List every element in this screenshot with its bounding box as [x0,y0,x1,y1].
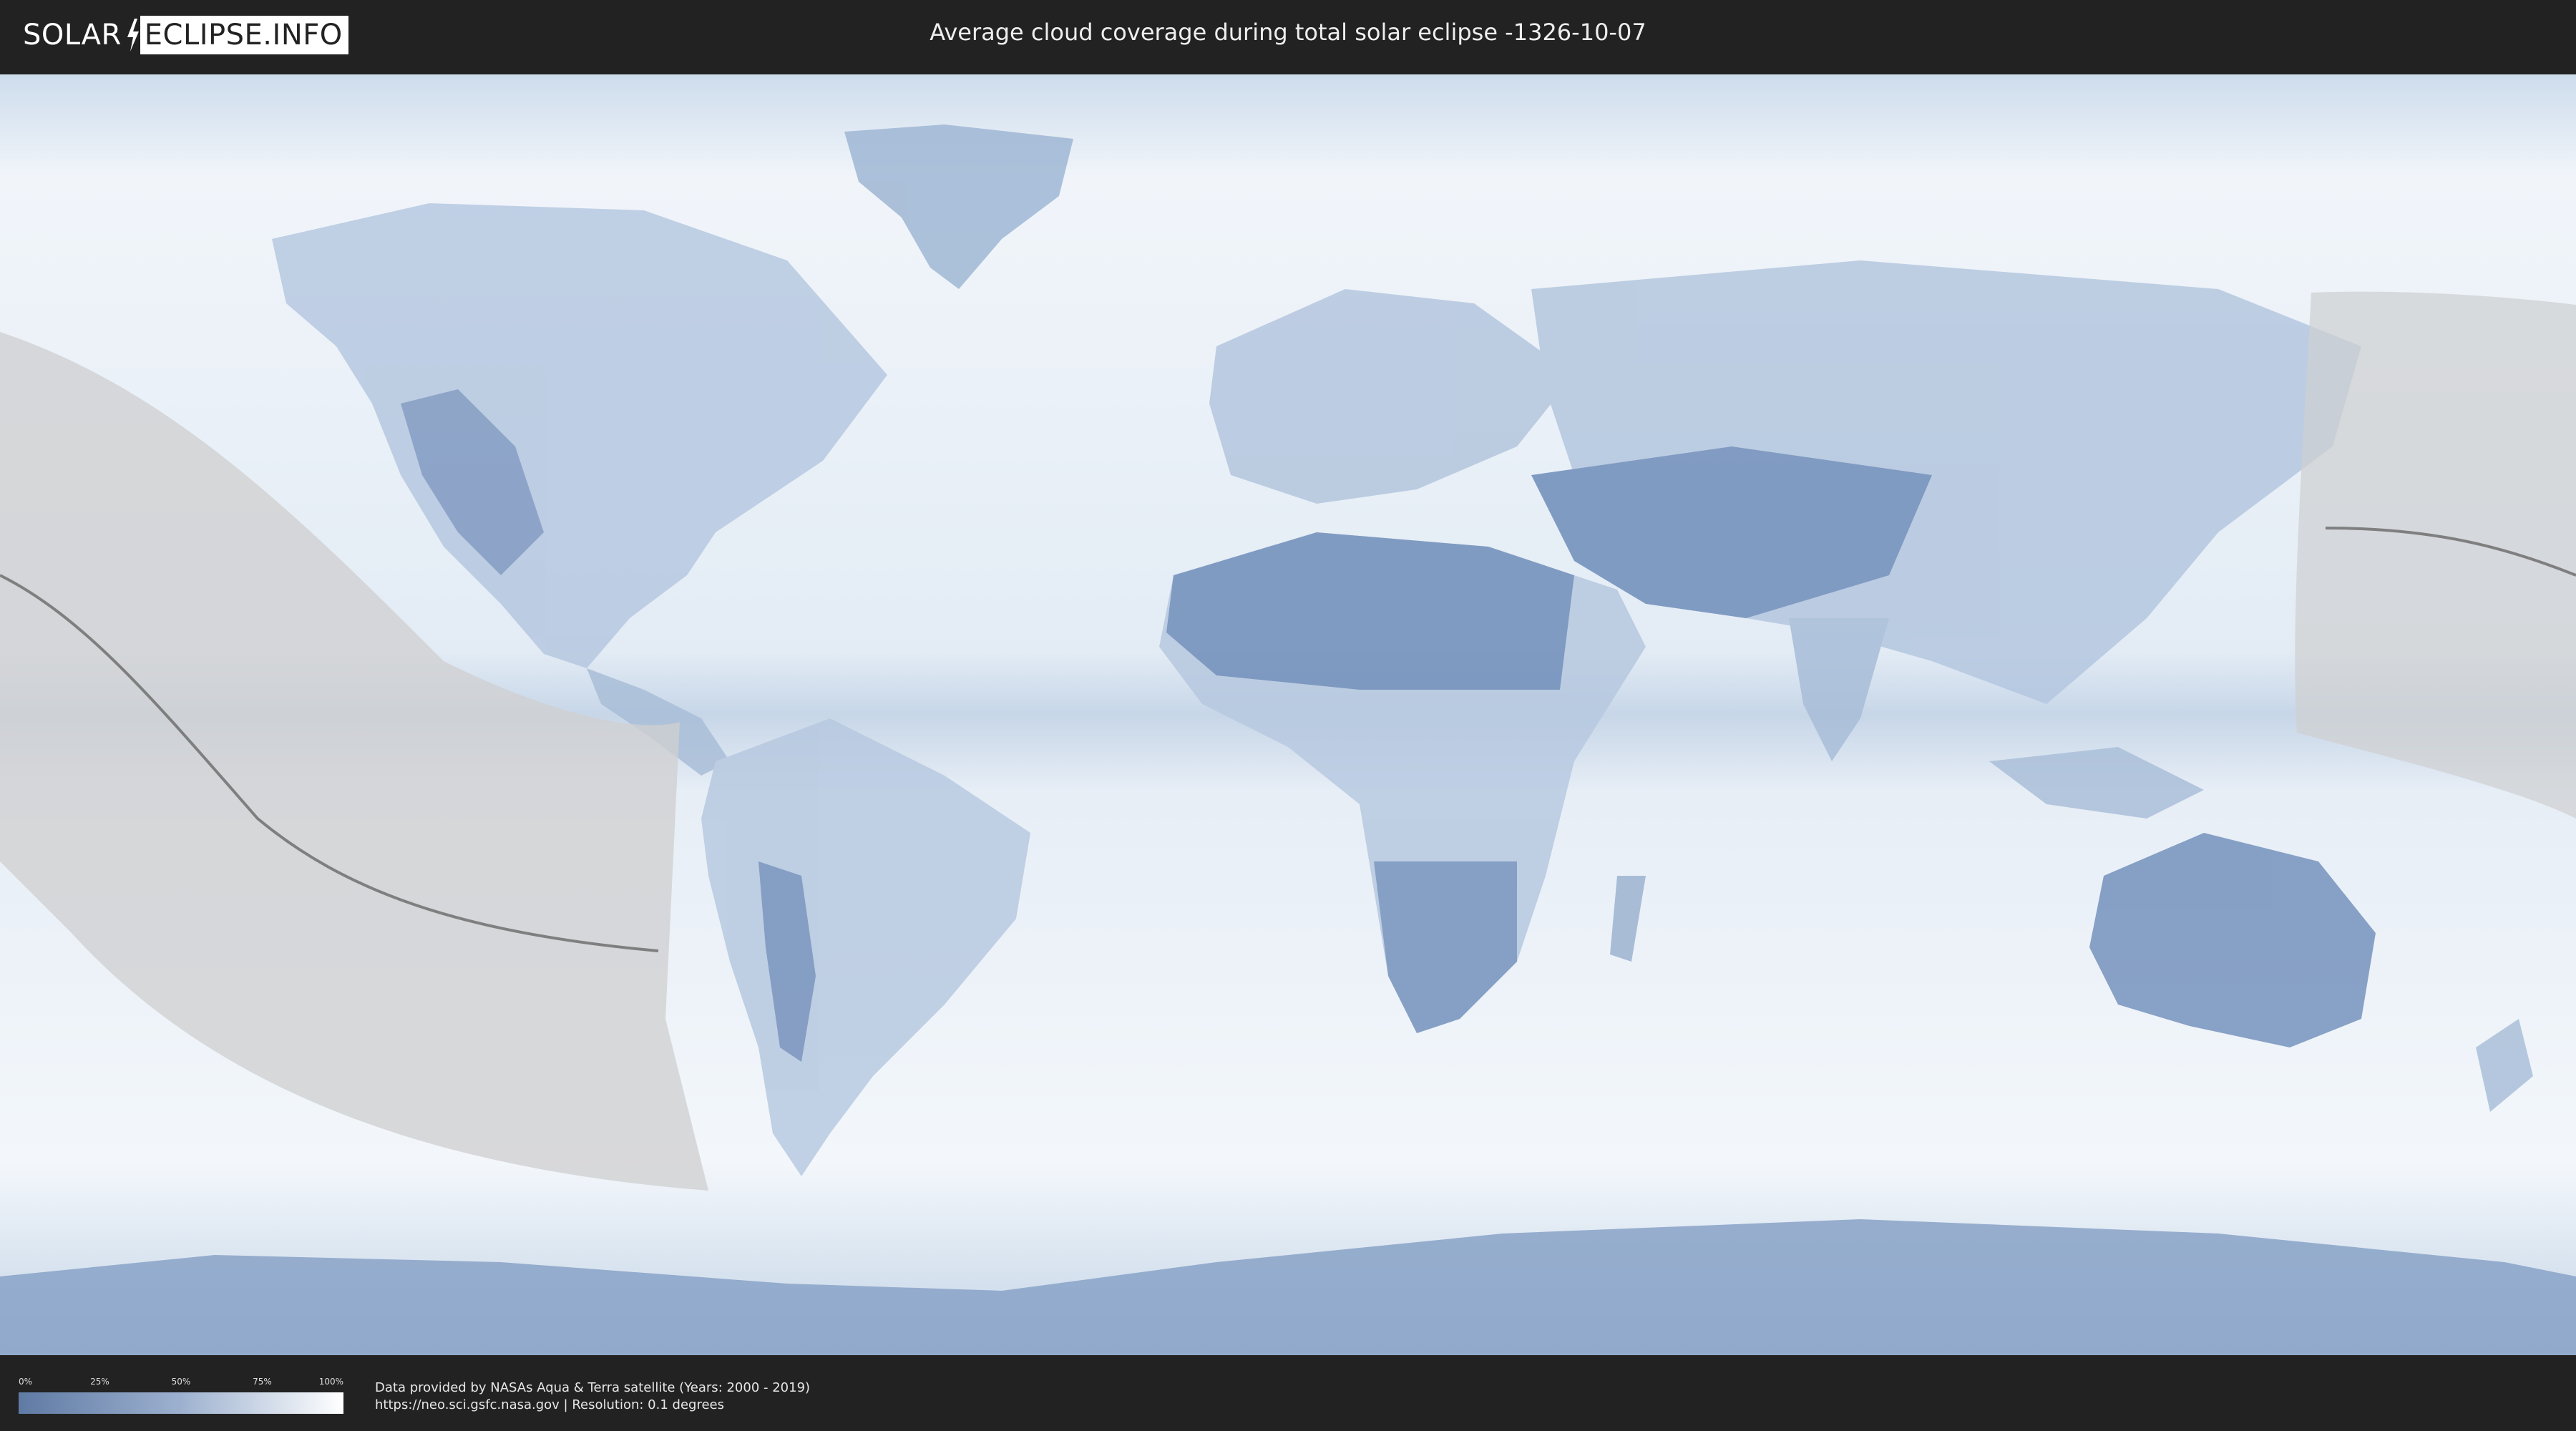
legend-tick-50: 50% [171,1377,191,1387]
cloud-coverage-map[interactable] [0,74,2576,1355]
credits-line-source: Data provided by NASAs Aqua & Terra sate… [375,1380,811,1395]
header-bar: SOLAR ECLIPSE.INFO Average cloud coverag… [0,0,2576,72]
legend-tick-25: 25% [90,1377,109,1387]
eclipse-visibility-zone-right [2295,291,2576,819]
legend-gradient-bar [19,1392,343,1414]
world-map-svg [0,74,2576,1355]
legend-tick-0: 0% [19,1377,33,1387]
credits-line-url: https://neo.sci.gsfc.nasa.gov | Resoluti… [375,1397,724,1412]
legend-tick-100: 100% [318,1377,343,1387]
data-credits: Data provided by NASAs Aqua & Terra sate… [375,1379,810,1414]
page-title: Average cloud coverage during total sola… [930,19,1646,46]
legend-ticks: 0% 25% 50% 75% 100% [19,1377,343,1390]
cloud-coverage-legend: 0% 25% 50% 75% 100% [19,1377,343,1415]
legend-tick-75: 75% [253,1377,272,1387]
footer-bar: 0% 25% 50% 75% 100% Data provided by NAS… [0,1359,2576,1431]
